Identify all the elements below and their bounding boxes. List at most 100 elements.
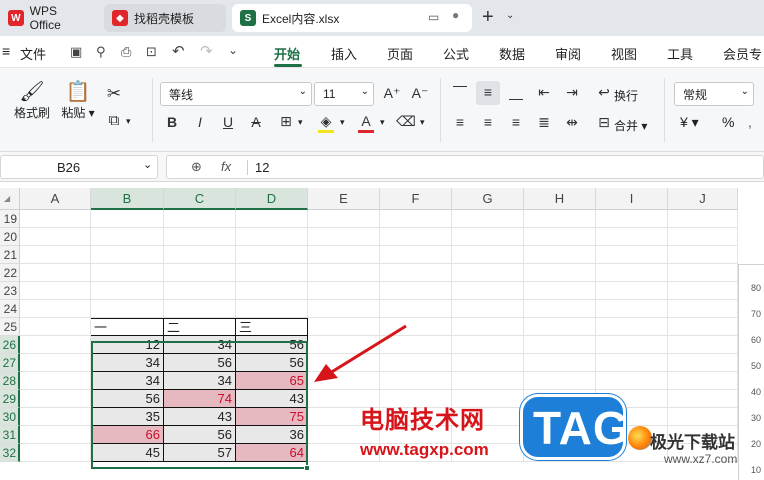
value-cell[interactable]: 36 <box>236 426 308 444</box>
percent-button[interactable]: % <box>722 114 734 130</box>
share-icon[interactable]: ⚲ <box>96 44 106 60</box>
cell[interactable] <box>668 228 738 246</box>
cell[interactable] <box>524 246 596 264</box>
font-name-select[interactable]: 等线 ⌄ <box>160 82 312 106</box>
cell[interactable] <box>236 282 308 300</box>
print-icon[interactable]: ⎙ <box>121 44 131 60</box>
cell[interactable] <box>236 300 308 318</box>
zoom-icon[interactable]: ⊕ <box>191 159 202 175</box>
cell[interactable] <box>668 336 738 354</box>
cell[interactable] <box>596 246 668 264</box>
cell[interactable] <box>524 372 596 390</box>
row-header-29[interactable]: 29 <box>0 390 20 408</box>
chevron-down-icon[interactable]: ▾ <box>380 117 385 128</box>
value-cell[interactable]: 56 <box>164 426 236 444</box>
row-header-30[interactable]: 30 <box>0 408 20 426</box>
cell[interactable] <box>380 246 452 264</box>
align-middle-icon[interactable]: ≡ <box>478 84 498 100</box>
cell[interactable] <box>164 300 236 318</box>
indent-increase-icon[interactable]: ⇥ <box>562 84 582 101</box>
side-chart[interactable]: 80 70 60 50 40 30 20 10 <box>738 264 764 480</box>
menu-formula[interactable]: 公式 <box>443 44 469 63</box>
value-cell[interactable]: 43 <box>236 390 308 408</box>
menu-home[interactable]: 开始 <box>274 44 300 63</box>
cell[interactable] <box>236 228 308 246</box>
column-header-b[interactable]: B <box>91 188 164 210</box>
cell[interactable] <box>596 282 668 300</box>
column-header-g[interactable]: G <box>452 188 524 210</box>
cell[interactable] <box>668 246 738 264</box>
decrease-font-icon[interactable]: A⁻ <box>410 85 430 102</box>
row-header-25[interactable]: 25 <box>0 318 20 336</box>
cell[interactable] <box>524 354 596 372</box>
cut-icon[interactable]: ✂ <box>104 84 124 104</box>
align-center-icon[interactable]: ≡ <box>478 114 498 130</box>
column-header-i[interactable]: I <box>596 188 668 210</box>
column-header-a[interactable]: A <box>20 188 91 210</box>
cell[interactable] <box>164 210 236 228</box>
menu-file[interactable]: 文件 <box>20 44 46 63</box>
menu-page[interactable]: 页面 <box>387 44 413 63</box>
underline-icon[interactable]: U <box>218 114 238 130</box>
quick-access-chevron-icon[interactable]: ⌄ <box>228 43 238 57</box>
cell[interactable] <box>596 318 668 336</box>
cell[interactable] <box>452 336 524 354</box>
column-header-f[interactable]: F <box>380 188 452 210</box>
chevron-down-icon[interactable]: ▾ <box>420 117 425 128</box>
align-left-icon[interactable]: ≡ <box>450 114 470 130</box>
row-header-19[interactable]: 19 <box>0 210 20 228</box>
print-preview-icon[interactable]: ⊡ <box>146 44 157 60</box>
cell[interactable] <box>668 282 738 300</box>
cell[interactable] <box>20 282 91 300</box>
cell[interactable] <box>596 228 668 246</box>
table-header-cell[interactable]: 一 <box>91 318 164 336</box>
align-right-icon[interactable]: ≡ <box>506 114 526 130</box>
row-header-23[interactable]: 23 <box>0 282 20 300</box>
tab-excel-file[interactable]: S Excel内容.xlsx ▭ ● <box>232 4 472 32</box>
font-size-select[interactable]: 11 ⌄ <box>314 82 374 106</box>
cell[interactable] <box>20 354 91 372</box>
cell[interactable] <box>91 282 164 300</box>
cell[interactable] <box>668 318 738 336</box>
cell[interactable] <box>91 300 164 318</box>
cell[interactable] <box>91 246 164 264</box>
cell[interactable] <box>524 264 596 282</box>
column-header-c[interactable]: C <box>164 188 236 210</box>
cell[interactable] <box>20 264 91 282</box>
value-cell[interactable]: 34 <box>164 336 236 354</box>
cell[interactable] <box>20 336 91 354</box>
cell[interactable] <box>668 390 738 408</box>
value-cell[interactable]: 56 <box>164 354 236 372</box>
copy-icon[interactable]: ⧉ <box>104 112 124 129</box>
row-header-31[interactable]: 31 <box>0 426 20 444</box>
cell[interactable] <box>380 264 452 282</box>
row-header-24[interactable]: 24 <box>0 300 20 318</box>
row-header-28[interactable]: 28 <box>0 372 20 390</box>
cell[interactable] <box>20 210 91 228</box>
column-header-h[interactable]: H <box>524 188 596 210</box>
copy-chevron-icon[interactable]: ▾ <box>126 116 131 127</box>
wrap-text-button[interactable]: 换行 <box>614 87 638 104</box>
wrap-icon[interactable]: ↩ <box>594 84 614 101</box>
hamburger-icon[interactable]: ≡ <box>2 43 10 59</box>
cell[interactable] <box>20 228 91 246</box>
cell[interactable] <box>308 300 380 318</box>
cell[interactable] <box>668 210 738 228</box>
cell[interactable] <box>668 300 738 318</box>
menu-tools[interactable]: 工具 <box>667 44 693 63</box>
cell[interactable] <box>668 372 738 390</box>
italic-icon[interactable]: I <box>190 114 210 130</box>
column-header-j[interactable]: J <box>668 188 738 210</box>
cell[interactable] <box>164 246 236 264</box>
spreadsheet-grid[interactable]: ◢ ABCDEFGHIJ 19 20 21 22 23 24 25 26 27 28 29 30 31 3… <box>0 188 764 480</box>
name-box[interactable]: B26 ⌄ <box>0 155 158 179</box>
value-cell[interactable]: 34 <box>164 372 236 390</box>
row-header-32[interactable]: 32 <box>0 444 20 462</box>
cell[interactable] <box>308 264 380 282</box>
value-cell[interactable]: 34 <box>91 372 164 390</box>
table-header-cell[interactable]: 二 <box>164 318 236 336</box>
redo-icon[interactable]: ↷ <box>200 42 213 60</box>
cell[interactable] <box>452 210 524 228</box>
cell[interactable] <box>596 264 668 282</box>
cell[interactable] <box>20 300 91 318</box>
